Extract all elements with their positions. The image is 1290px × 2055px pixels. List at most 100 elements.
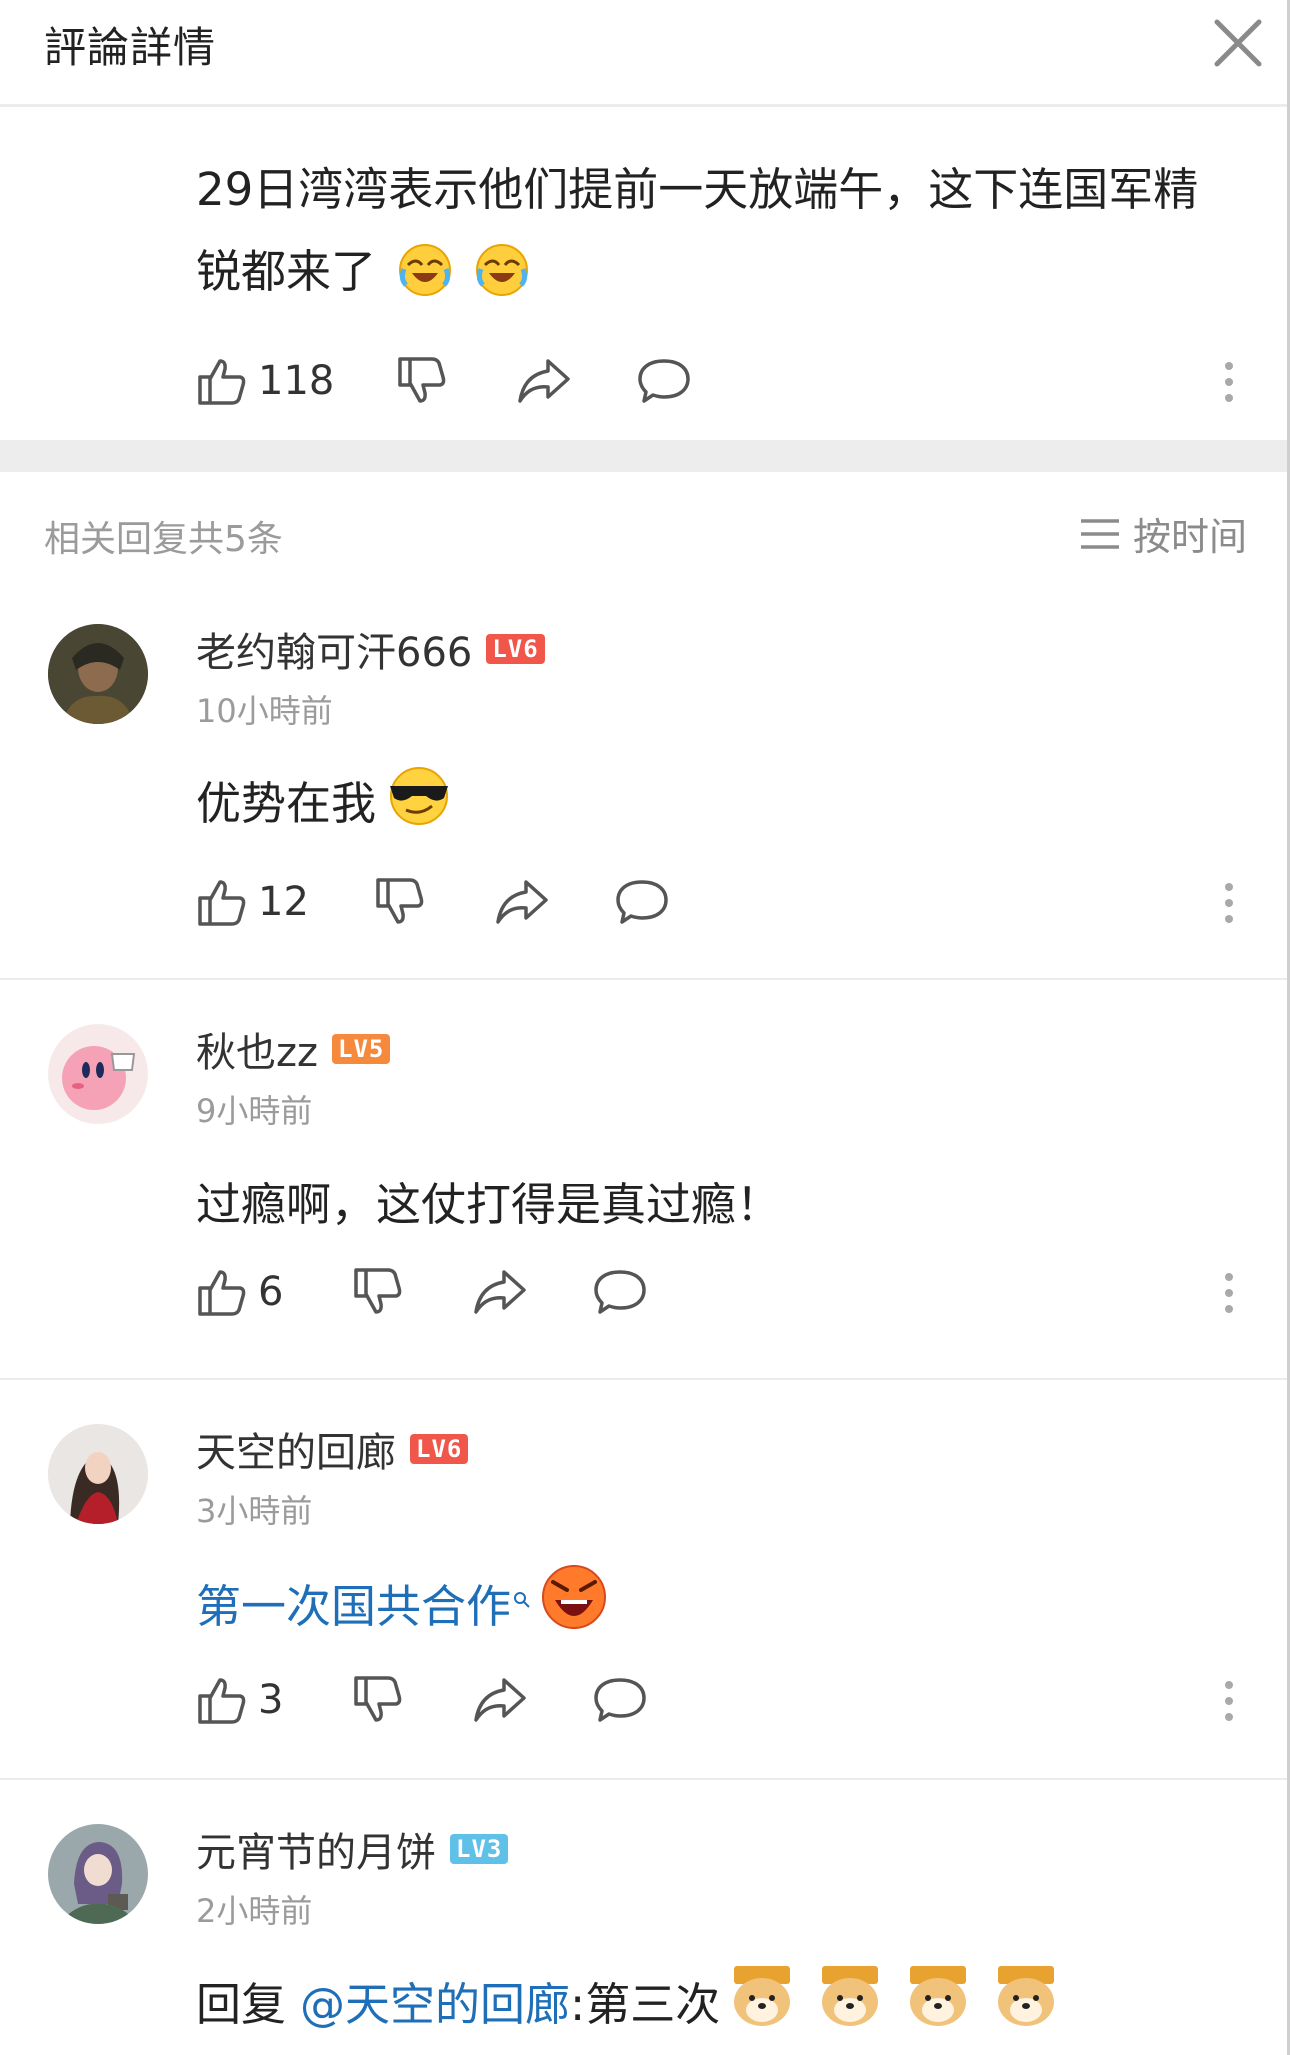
- username-row: 天空的回廊 LV6: [196, 1420, 469, 1478]
- comment-detail-page: 評論詳情 29日湾湾表示他们提前一天放端午，这下连国军精锐都来了 118 相关回…: [0, 0, 1290, 2055]
- search-icon[interactable]: [513, 1567, 531, 1620]
- chat-bubble-icon: [594, 1270, 646, 1314]
- page-title: 評論詳情: [44, 23, 217, 72]
- angry-shout-emoji-icon: [539, 1562, 609, 1643]
- thumbs-down-icon: [354, 1676, 402, 1722]
- reply-text: 回复 @天空的回廊 :第三次: [196, 1960, 1060, 2041]
- share-button[interactable]: [516, 351, 572, 411]
- sunglasses-emoji-icon: [384, 762, 454, 837]
- like-button[interactable]: 12: [196, 872, 309, 932]
- doge-emoji-icon: [904, 1960, 972, 2041]
- timestamp: 3小時前: [196, 1492, 313, 1530]
- chat-bubble-icon: [594, 1678, 646, 1722]
- reply-text: 优势在我: [196, 762, 454, 837]
- reply-button[interactable]: [592, 1670, 648, 1730]
- doge-emoji-icon: [992, 1960, 1060, 2041]
- doge-emoji-icon: [728, 1960, 796, 2041]
- main-comment: 29日湾湾表示他们提前一天放端午，这下连国军精锐都来了 118: [0, 107, 1287, 437]
- username-row: 老约翰可汗666 LV6: [196, 620, 545, 678]
- laugh-cry-emoji-icon: [475, 231, 529, 313]
- level-badge: LV5: [332, 1034, 391, 1064]
- more-options-icon[interactable]: [1222, 1268, 1236, 1316]
- like-count: 6: [258, 1269, 284, 1315]
- share-button[interactable]: [472, 1670, 528, 1730]
- level-badge: LV6: [486, 634, 545, 664]
- level-badge: LV6: [410, 1434, 469, 1464]
- reply-text: 第一次国共合作: [196, 1562, 609, 1643]
- more-options-icon[interactable]: [1222, 1676, 1236, 1724]
- avatar[interactable]: [48, 1424, 148, 1524]
- level-badge: LV3: [450, 1834, 509, 1864]
- topic-search-link[interactable]: 第一次国共合作: [196, 1570, 511, 1635]
- laugh-cry-emoji-icon: [398, 231, 452, 313]
- share-button[interactable]: [472, 1262, 528, 1322]
- share-icon: [518, 359, 570, 403]
- header: 評論詳情: [0, 0, 1287, 107]
- chat-bubble-icon: [638, 359, 690, 403]
- reply-item: 天空的回廊 LV6 3小時前 第一次国共合作 3: [0, 1380, 1287, 1780]
- more-options-icon[interactable]: [1222, 357, 1236, 405]
- main-comment-text: 29日湾湾表示他们提前一天放端午，这下连国军精锐都来了: [196, 149, 1226, 313]
- dislike-button[interactable]: [374, 872, 426, 932]
- sort-by-time-button[interactable]: 按时间: [1079, 506, 1247, 561]
- reply-content: 过瘾啊，这仗打得是真过瘾！: [196, 1178, 782, 1231]
- avatar[interactable]: [48, 1824, 148, 1924]
- chat-bubble-icon: [616, 880, 668, 924]
- username-row: 元宵节的月饼 LV3: [196, 1820, 509, 1878]
- more-options-icon[interactable]: [1222, 878, 1236, 926]
- section-divider: [0, 440, 1287, 472]
- thumbs-up-icon: [198, 1270, 246, 1316]
- reply-button[interactable]: [636, 351, 692, 411]
- like-count: 12: [258, 879, 309, 925]
- main-comment-content: 29日湾湾表示他们提前一天放端午，这下连国军精锐都来了: [196, 163, 1199, 298]
- like-button[interactable]: 3: [196, 1670, 283, 1730]
- reply-item: 元宵节的月饼 LV3 2小時前 回复 @天空的回廊 :第三次: [0, 1780, 1287, 2055]
- main-comment-actions: 118: [196, 351, 1236, 411]
- sort-label: 按时间: [1132, 515, 1247, 559]
- username[interactable]: 天空的回廊: [196, 1420, 396, 1478]
- timestamp: 2小時前: [196, 1892, 313, 1930]
- thumbs-up-icon: [198, 1678, 246, 1724]
- list-lines-icon: [1080, 518, 1119, 549]
- thumbs-down-icon: [354, 1268, 402, 1314]
- dislike-button[interactable]: [396, 351, 448, 411]
- share-icon: [474, 1270, 526, 1314]
- reply-content: 优势在我: [196, 777, 377, 830]
- reply-button[interactable]: [592, 1262, 648, 1322]
- share-icon: [474, 1678, 526, 1722]
- reply-actions: 12: [196, 872, 1236, 932]
- reply-actions: 3: [196, 1670, 1236, 1730]
- reply-actions: 6: [196, 1262, 1236, 1322]
- replies-header: 相关回复共5条 按时间: [0, 472, 1287, 592]
- like-count: 118: [258, 358, 335, 404]
- close-icon[interactable]: [1209, 14, 1267, 72]
- like-button[interactable]: 6: [196, 1262, 283, 1322]
- avatar[interactable]: [48, 1024, 148, 1124]
- dislike-button[interactable]: [352, 1262, 404, 1322]
- reply-prefix: 回复: [196, 1978, 287, 2031]
- avatar[interactable]: [48, 624, 148, 724]
- thumbs-up-icon: [198, 359, 246, 405]
- username-row: 秋也zz LV5: [196, 1020, 391, 1078]
- username[interactable]: 秋也zz: [196, 1020, 318, 1078]
- like-button[interactable]: 118: [196, 351, 334, 411]
- share-icon: [496, 880, 548, 924]
- like-count: 3: [258, 1677, 284, 1723]
- reply-content: :第三次: [570, 1978, 721, 2031]
- reply-count-label: 相关回复共5条: [44, 519, 283, 560]
- reply-text: 过瘾啊，这仗打得是真过瘾！: [196, 1168, 781, 1233]
- dislike-button[interactable]: [352, 1670, 404, 1730]
- reply-item: 秋也zz LV5 9小時前 过瘾啊，这仗打得是真过瘾！ 6: [0, 980, 1287, 1380]
- thumbs-up-icon: [198, 880, 246, 926]
- timestamp: 9小時前: [196, 1092, 313, 1130]
- reply-item: 老约翰可汗666 LV6 10小時前 优势在我 12: [0, 592, 1287, 980]
- username[interactable]: 老约翰可汗666: [196, 620, 472, 678]
- reply-button[interactable]: [614, 872, 670, 932]
- thumbs-down-icon: [376, 878, 424, 924]
- mention-link[interactable]: @天空的回廊: [300, 1968, 570, 2033]
- share-button[interactable]: [494, 872, 550, 932]
- thumbs-down-icon: [398, 357, 446, 403]
- username[interactable]: 元宵节的月饼: [196, 1820, 436, 1878]
- timestamp: 10小時前: [196, 692, 333, 730]
- doge-emoji-icon: [816, 1960, 884, 2041]
